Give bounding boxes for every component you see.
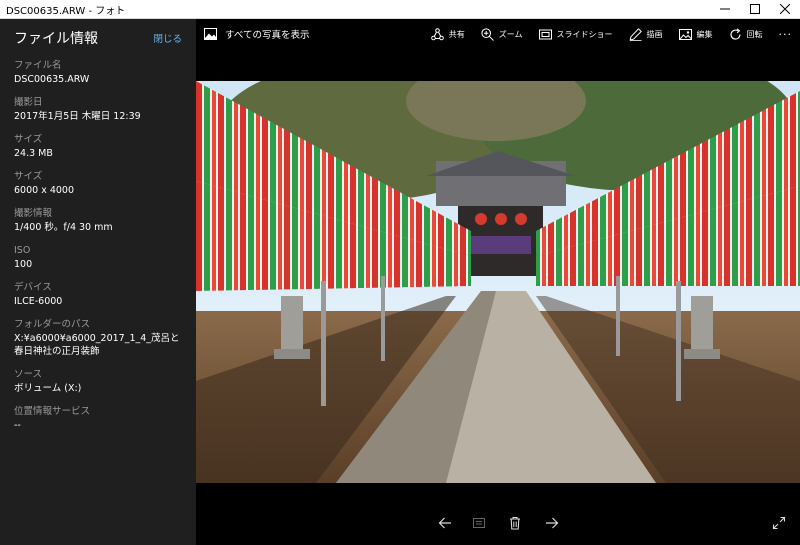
bottom-controls [196, 509, 800, 537]
rotate-label: 回転 [746, 29, 763, 39]
zoom-button[interactable]: ズーム [473, 19, 531, 49]
edit-photo-icon [678, 28, 692, 40]
arrow-left-icon [438, 517, 451, 529]
info-button[interactable] [467, 509, 491, 537]
toolbar-actions: 共有 ズーム スライドショー 描画 編集 回転 ··· [423, 19, 800, 49]
field-label: サイズ [14, 171, 43, 182]
edit-label: 編集 [696, 29, 713, 39]
photo-viewer: すべての写真を表示 共有 ズーム スライドショー 描画 編集 回転 ··· [196, 19, 800, 545]
field-label: フォルダーのパス [14, 319, 91, 330]
field-value: 100 [14, 259, 33, 270]
field-value: 24.3 MB [14, 148, 53, 159]
trash-icon [510, 516, 520, 530]
field-label: 位置情報サービス [14, 406, 91, 417]
minimize-icon [720, 8, 730, 10]
field-value: ILCE-6000 [14, 296, 63, 307]
arrow-right-icon [546, 517, 559, 529]
photo-image[interactable] [196, 81, 800, 483]
info-panel-icon [473, 518, 485, 528]
title-bar: DSC00635.ARW - フォト [0, 0, 800, 19]
pen-icon [629, 27, 642, 41]
shrine-lanterns-photo [196, 81, 800, 483]
field-file-name: ファイル名 DSC00635.ARW [14, 59, 196, 86]
share-label: 共有 [448, 29, 465, 39]
draw-button[interactable]: 描画 [621, 19, 671, 49]
expand-icon [772, 516, 786, 530]
file-info-panel: ファイル情報 閉じる ファイル名 DSC00635.ARW 撮影日 2017年1… [0, 19, 196, 545]
field-value: 1/400 秒。f/4 30 mm [14, 222, 113, 233]
viewer-toolbar: すべての写真を表示 共有 ズーム スライドショー 描画 編集 回転 ··· [196, 19, 800, 49]
field-source: ソース ボリューム (X:) [14, 368, 196, 395]
field-value: 6000 x 4000 [14, 185, 75, 196]
draw-label: 描画 [646, 29, 663, 39]
field-value: DSC00635.ARW [14, 74, 90, 85]
field-label: 撮影日 [14, 97, 43, 108]
slideshow-label: スライドショー [556, 29, 613, 39]
next-button[interactable] [540, 509, 564, 537]
field-label: ファイル名 [14, 60, 62, 71]
field-folder-path: フォルダーのパス X:¥a6000¥a6000_2017_1_4_茂呂と春日神社… [14, 318, 196, 358]
minimize-button[interactable] [710, 0, 740, 19]
picture-icon [204, 28, 217, 40]
more-button[interactable]: ··· [771, 19, 800, 49]
previous-button[interactable] [433, 509, 457, 537]
field-value: ボリューム (X:) [14, 383, 82, 394]
delete-button[interactable] [503, 509, 527, 537]
slideshow-icon [538, 29, 552, 39]
field-device: デバイス ILCE-6000 [14, 281, 196, 308]
share-icon [430, 27, 444, 40]
panel-title: ファイル情報 [14, 31, 98, 47]
rotate-button[interactable]: 回転 [721, 19, 771, 49]
panel-close-button[interactable]: 閉じる [153, 31, 182, 45]
field-label: ソース [14, 369, 43, 380]
panel-header: ファイル情報 閉じる [14, 27, 196, 49]
all-photos-label: すべての写真を表示 [225, 30, 310, 41]
field-file-size: サイズ 24.3 MB [14, 133, 196, 160]
window-title: DSC00635.ARW - フォト [6, 5, 126, 17]
edit-button[interactable]: 編集 [671, 19, 721, 49]
field-iso: ISO 100 [14, 244, 196, 271]
field-label: デバイス [14, 282, 52, 293]
slideshow-button[interactable]: スライドショー [531, 19, 621, 49]
all-photos-button[interactable]: すべての写真を表示 [196, 19, 309, 49]
maximize-button[interactable] [740, 0, 770, 19]
fullscreen-button[interactable] [767, 509, 791, 537]
more-icon: ··· [778, 27, 792, 41]
maximize-icon [750, 4, 760, 14]
field-label: 撮影情報 [14, 208, 53, 219]
field-value: -- [14, 420, 21, 431]
zoom-label: ズーム [498, 29, 523, 39]
close-window-button[interactable] [770, 0, 800, 19]
field-value: 2017年1月5日 木曜日 12:39 [14, 111, 141, 122]
close-icon [780, 4, 790, 14]
field-location: 位置情報サービス -- [14, 405, 196, 432]
field-date-taken: 撮影日 2017年1月5日 木曜日 12:39 [14, 96, 196, 123]
field-label: サイズ [14, 134, 43, 145]
field-dimensions: サイズ 6000 x 4000 [14, 170, 196, 197]
field-capture-info: 撮影情報 1/400 秒。f/4 30 mm [14, 207, 196, 234]
share-button[interactable]: 共有 [423, 19, 473, 49]
rotate-icon [729, 27, 741, 40]
field-value: X:¥a6000¥a6000_2017_1_4_茂呂と春日神社の正月装飾 [14, 333, 180, 357]
zoom-icon [481, 27, 494, 41]
field-label: ISO [14, 245, 31, 256]
